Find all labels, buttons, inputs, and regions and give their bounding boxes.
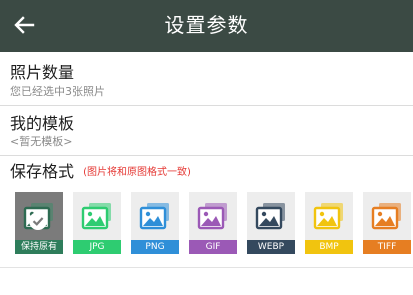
image-icon	[81, 203, 111, 230]
my-template-subtitle: <暂无模板>	[10, 135, 73, 148]
app-header: 设置参数	[0, 0, 413, 52]
image-icon	[197, 203, 227, 230]
photo-count-subtitle: 您已经选中3张照片	[10, 85, 105, 98]
format-options: 保持原有 JPG PNG GIF WEBP BMP TIFF	[15, 192, 413, 254]
photo-count-row[interactable]: 照片数量 您已经选中3张照片	[0, 52, 413, 106]
image-icon	[313, 203, 343, 230]
format-option-tiff[interactable]: TIFF	[363, 192, 411, 254]
format-option-bmp[interactable]: BMP	[305, 192, 353, 254]
check-icon	[29, 212, 47, 230]
my-template-row[interactable]: 我的模板 <暂无模板>	[0, 106, 413, 156]
photo-count-title: 照片数量	[10, 63, 75, 82]
format-option-webp[interactable]: WEBP	[247, 192, 295, 254]
format-label: JPG	[73, 240, 121, 254]
save-format-note: (图片将和原图格式一致)	[83, 167, 191, 178]
format-option-original[interactable]: 保持原有	[15, 192, 63, 254]
format-label: PNG	[131, 240, 179, 254]
divider	[0, 267, 413, 268]
image-icon	[139, 203, 169, 230]
save-format-header: 保存格式 (图片将和原图格式一致)	[10, 162, 191, 184]
format-label: WEBP	[247, 240, 295, 254]
format-option-gif[interactable]: GIF	[189, 192, 237, 254]
page-title: 设置参数	[164, 13, 249, 37]
format-label: 保持原有	[15, 240, 63, 254]
save-format-title: 保存格式	[10, 162, 75, 181]
format-label: BMP	[305, 240, 353, 254]
image-icon	[255, 203, 285, 230]
format-label: GIF	[189, 240, 237, 254]
image-icon	[371, 203, 401, 230]
my-template-title: 我的模板	[10, 114, 75, 133]
format-option-png[interactable]: PNG	[131, 192, 179, 254]
format-option-jpg[interactable]: JPG	[73, 192, 121, 254]
format-label: TIFF	[363, 240, 411, 254]
